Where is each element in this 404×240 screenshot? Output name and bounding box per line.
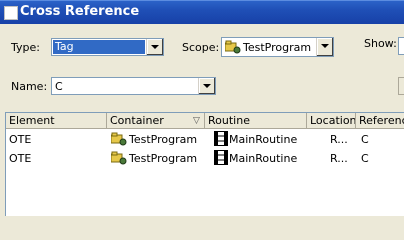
chevron-down-icon[interactable] [198, 78, 215, 94]
cell-reference: C [361, 133, 369, 146]
title-bar[interactable]: Cross Reference [0, 0, 404, 24]
column-header-routine[interactable]: Routine [205, 113, 307, 129]
chevron-down-icon[interactable] [316, 38, 333, 56]
column-header-location[interactable]: Location [307, 113, 356, 129]
column-header-element[interactable]: Element [6, 113, 107, 129]
show-dropdown[interactable] [398, 37, 404, 55]
column-header-container-label: Container [110, 114, 164, 127]
window-title: Cross Reference [20, 4, 140, 19]
program-icon [111, 132, 127, 146]
side-button[interactable] [398, 77, 404, 95]
column-header-container[interactable]: Container ▽ [107, 113, 205, 129]
cell-routine: MainRoutine [229, 133, 298, 146]
cell-container: TestProgram [129, 133, 198, 146]
scope-dropdown[interactable]: TestProgram [221, 37, 334, 57]
cell-routine: MainRoutine [229, 152, 298, 165]
cell-location: R... [330, 152, 348, 165]
name-label: Name: [11, 80, 48, 93]
name-combo[interactable]: C [51, 77, 216, 95]
cell-location: R... [330, 133, 348, 146]
window-icon [4, 6, 18, 20]
program-icon [225, 40, 241, 54]
ladder-routine-icon [214, 150, 228, 165]
scope-label: Scope: [182, 41, 220, 54]
cell-container: TestProgram [129, 152, 198, 165]
type-dropdown[interactable]: Tag [51, 38, 164, 56]
program-icon [111, 151, 127, 165]
cell-element: OTE [9, 152, 32, 165]
cell-element: OTE [9, 133, 32, 146]
name-value[interactable]: C [55, 80, 63, 93]
sort-down-icon: ▽ [193, 116, 200, 126]
scope-value: TestProgram [243, 41, 312, 54]
chevron-down-icon[interactable] [146, 39, 163, 55]
show-label: Show: [364, 37, 397, 50]
type-value: Tag [53, 40, 145, 54]
type-label: Type: [11, 41, 40, 54]
cell-reference: C [361, 152, 369, 165]
results-table[interactable]: Element Container ▽ Routine Location Ref… [5, 112, 404, 216]
column-header-reference[interactable]: Reference [356, 113, 404, 129]
ladder-routine-icon [214, 131, 228, 146]
